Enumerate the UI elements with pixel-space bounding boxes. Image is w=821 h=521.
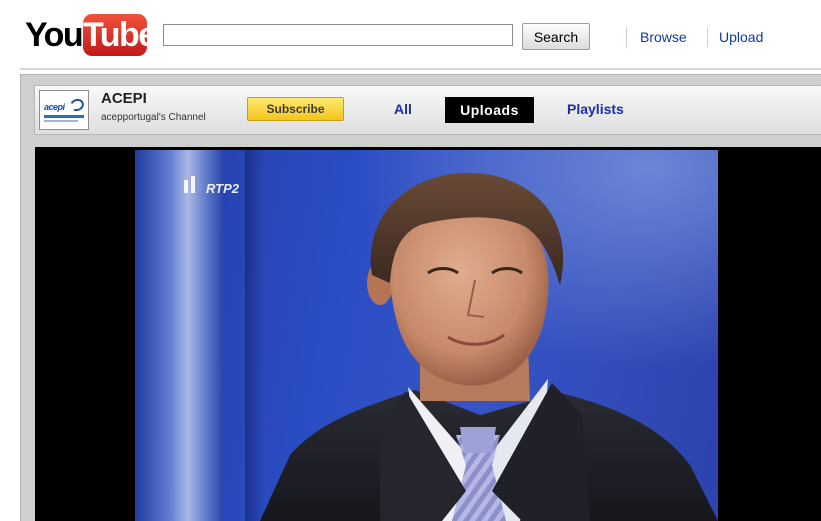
tab-uploads[interactable]: Uploads <box>445 97 534 123</box>
browse-link[interactable]: Browse <box>640 29 687 45</box>
studio-light-panel <box>135 150 223 521</box>
nav-separator <box>626 27 627 47</box>
upload-link[interactable]: Upload <box>719 29 763 45</box>
channel-bar <box>34 85 821 135</box>
acepi-logo-substripe <box>44 120 78 122</box>
acepi-logo-text: acepi <box>44 102 65 112</box>
acepi-logo-icon <box>68 96 86 114</box>
search-input[interactable] <box>163 24 513 46</box>
tab-all[interactable]: All <box>394 101 412 117</box>
logo-tube-text: Tube <box>83 14 157 56</box>
subscribe-button[interactable]: Subscribe <box>247 97 344 121</box>
acepi-logo-stripe <box>44 115 84 118</box>
tab-playlists[interactable]: Playlists <box>567 101 624 117</box>
channel-subtitle: acepportugal's Channel <box>101 112 206 123</box>
logo-you-text: You <box>25 16 84 54</box>
channel-name[interactable]: ACEPI <box>101 90 147 107</box>
header-divider <box>20 68 821 70</box>
channel-thumbnail[interactable]: acepi <box>39 90 89 130</box>
presenter-figure <box>260 172 718 521</box>
search-button[interactable]: Search <box>522 23 590 50</box>
video-frame[interactable]: RTP2 <box>135 150 718 521</box>
nav-separator <box>707 27 708 47</box>
